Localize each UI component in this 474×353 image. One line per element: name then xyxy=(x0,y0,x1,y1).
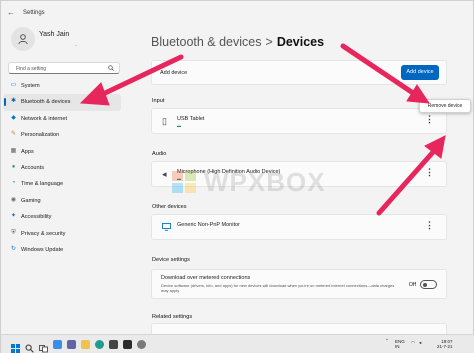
search-icon[interactable] xyxy=(25,340,34,353)
settings-window: ← Settings Yash Jain - Find a setting ▭ S… xyxy=(0,0,474,353)
terminal-icon[interactable] xyxy=(123,340,132,349)
person-icon xyxy=(18,34,28,45)
metered-download-toggle[interactable] xyxy=(420,280,437,289)
sidebar-item-bluetooth-devices[interactable]: ✱ Bluetooth & devices xyxy=(3,94,121,111)
sidebar-item-label: Personalization xyxy=(21,132,60,139)
sidebar-item-gaming[interactable]: ◉ Gaming xyxy=(3,193,121,209)
monitor-icon xyxy=(162,223,171,231)
sidebar-item-network-internet[interactable]: ◆ Network & internet xyxy=(3,111,121,127)
sidebar-item-label: Bluetooth & devices xyxy=(21,99,71,106)
sidebar-item-time-language[interactable]: ◔ Time & language xyxy=(3,176,121,192)
device-name: Generic Non-PnP Monitor xyxy=(177,222,240,228)
sidebar-item-label: Apps xyxy=(21,148,34,155)
update-icon: ↻ xyxy=(10,245,17,252)
clock-date: 21-7-21 xyxy=(437,344,453,349)
sidebar-item-label: Accounts xyxy=(21,164,45,171)
settings-icon[interactable] xyxy=(137,340,146,349)
monitor-icon: ▭ xyxy=(10,82,17,88)
section-other-devices-label: Other devices xyxy=(152,204,187,210)
task-view-icon[interactable] xyxy=(39,340,48,353)
add-device-label: Add device xyxy=(160,70,188,76)
sidebar-item-label: Accessibility xyxy=(21,214,52,221)
connected-status-icon: ▬ xyxy=(177,123,181,128)
chevron-up-icon[interactable]: ⌃ xyxy=(385,338,389,343)
toggle-state-label: Off xyxy=(408,282,416,288)
user-email: - xyxy=(75,43,77,49)
sidebar-item-windows-update[interactable]: ↻ Windows Update xyxy=(3,242,121,258)
download-setting-title: Download over metered connections xyxy=(161,275,251,281)
volume-tray-icon[interactable]: ◂ xyxy=(419,340,421,345)
sidebar-nav: ▭ System ✱ Bluetooth & devices ◆ Network & in… xyxy=(3,78,121,258)
page-title: Devices xyxy=(276,35,325,49)
sidebar-item-personalization[interactable]: ✎ Personalization xyxy=(3,127,121,143)
download-setting-description: Device software (drivers, info, and apps… xyxy=(161,283,395,294)
more-options-icon[interactable]: ⋮ xyxy=(425,115,434,124)
pen-tablet-icon: ▯ xyxy=(162,116,167,126)
back-arrow-icon[interactable]: ← xyxy=(7,8,15,17)
related-settings-card xyxy=(151,323,447,334)
edge-icon[interactable] xyxy=(95,340,104,349)
windows-start-icon[interactable] xyxy=(11,340,20,353)
user-name: Yash Jain xyxy=(39,31,70,38)
sidebar-item-accessibility[interactable]: ✦ Accessibility xyxy=(3,209,121,225)
search-placeholder: Find a setting xyxy=(16,66,47,72)
clock[interactable]: 19:07 21-7-21 xyxy=(437,339,453,349)
more-options-icon[interactable]: ⋮ xyxy=(425,221,434,230)
window-title: Settings xyxy=(23,10,45,16)
sidebar-item-label: Gaming xyxy=(21,197,41,204)
gamepad-icon: ◉ xyxy=(10,196,17,203)
file-explorer-icon[interactable] xyxy=(81,340,90,349)
wifi-tray-icon[interactable]: ◠ xyxy=(411,340,415,345)
bluetooth-icon: ✱ xyxy=(10,98,17,105)
widgets-icon[interactable] xyxy=(53,340,62,349)
watermark-text: WPXBOX xyxy=(204,167,326,197)
sidebar-item-label: System xyxy=(21,83,40,89)
sidebar-item-label: Privacy & security xyxy=(21,230,66,237)
avatar[interactable] xyxy=(11,27,35,51)
wifi-icon: ◆ xyxy=(11,114,16,121)
sidebar-item-accounts[interactable]: ● Accounts xyxy=(3,160,121,176)
breadcrumb: Bluetooth & devices > Devices xyxy=(151,35,324,49)
sidebar-item-privacy-security[interactable]: ⛨ Privacy & security xyxy=(3,226,121,242)
account-icon: ● xyxy=(11,163,16,170)
sidebar-item-label: Network & internet xyxy=(21,115,68,122)
input-language[interactable]: ENG IN xyxy=(395,339,405,349)
clock-globe-icon: ◔ xyxy=(11,180,16,187)
store-icon[interactable] xyxy=(109,340,118,349)
add-device-card: Add device Add device xyxy=(151,60,447,85)
breadcrumb-separator: > xyxy=(265,35,273,49)
title-bar: ← Settings xyxy=(1,1,474,25)
more-options-icon[interactable]: ⋮ xyxy=(425,168,434,177)
sidebar-item-label: Time & language xyxy=(21,181,64,188)
sidebar-item-label: Windows Update xyxy=(21,246,64,253)
sidebar-item-system[interactable]: ▭ System xyxy=(3,78,121,94)
section-related-settings-label: Related settings xyxy=(152,314,193,320)
taskbar: ⌃ ENG IN ◠ ◂ 19:07 21-7-21 xyxy=(1,334,474,353)
brush-icon: ✎ xyxy=(10,131,17,138)
device-row-usb-tablet[interactable]: ▯ USB Tablet ▬ ⋮ xyxy=(151,108,447,134)
download-metered-setting: Download over metered connections Device… xyxy=(151,269,447,299)
section-device-settings-label: Device settings xyxy=(152,257,190,263)
speaker-icon: ◂ xyxy=(162,169,167,179)
accessibility-icon: ✦ xyxy=(10,213,17,220)
search-icon xyxy=(108,65,114,71)
section-audio-label: Audio xyxy=(152,151,167,157)
context-menu-remove-device[interactable]: Remove device xyxy=(419,99,471,113)
sidebar-item-apps[interactable]: ▦ Apps xyxy=(3,144,121,160)
apps-icon: ▦ xyxy=(10,147,17,154)
search-input[interactable]: Find a setting xyxy=(8,62,120,74)
section-input-label: Input xyxy=(152,98,165,104)
device-name: USB Tablet xyxy=(177,116,205,122)
chat-icon[interactable] xyxy=(67,340,76,349)
breadcrumb-parent[interactable]: Bluetooth & devices xyxy=(151,35,262,49)
shield-icon: ⛨ xyxy=(11,229,16,236)
add-device-button[interactable]: Add device xyxy=(401,65,439,80)
device-row-monitor[interactable]: Generic Non-PnP Monitor ⋮ xyxy=(151,214,447,240)
windows-logo-icon xyxy=(172,171,198,195)
